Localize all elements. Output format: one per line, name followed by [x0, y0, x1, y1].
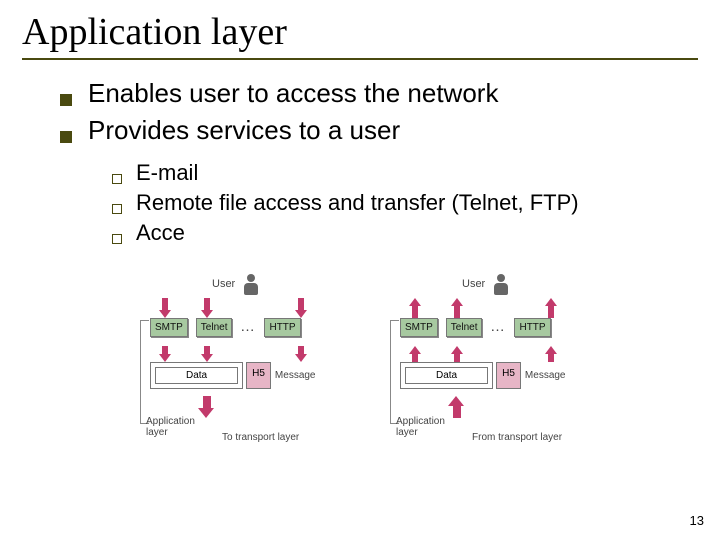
message-label: Message	[525, 370, 566, 381]
message-frame: Data	[400, 362, 493, 389]
app-layer-label: Application layer	[396, 416, 445, 438]
arrow-down-icon	[160, 346, 170, 362]
arrow-down-icon	[202, 396, 212, 418]
bullet-item: Remote file access and transfer (Telnet,…	[112, 190, 698, 216]
bullet-list-level2: E-mail Remote file access and transfer (…	[112, 160, 698, 246]
bullet-text: E-mail	[136, 160, 198, 186]
arrow-up-icon	[410, 298, 420, 318]
message-row: Data H5 Message	[150, 362, 316, 389]
arrow-down-icon	[202, 298, 212, 318]
protocol-box: SMTP	[400, 318, 438, 337]
bullet-list-level1: Enables user to access the network Provi…	[60, 78, 698, 146]
title-underline	[22, 58, 698, 60]
diagram-panel-receive: User SMTP Telnet … HTTP	[396, 276, 616, 464]
protocol-row: SMTP Telnet … HTTP	[400, 318, 551, 337]
arrow-down-icon	[202, 346, 212, 362]
bracket-line-icon	[140, 320, 141, 424]
message-frame: Data	[150, 362, 243, 389]
arrow-up-icon	[546, 298, 556, 318]
bullet-item: Enables user to access the network	[60, 78, 698, 109]
bullet-item: Provides services to a user	[60, 115, 698, 146]
ellipsis-icon: …	[240, 320, 256, 336]
bullet-item: Acce	[112, 220, 698, 246]
user-label: User	[212, 278, 235, 290]
app-layer-label: Application layer	[146, 416, 195, 438]
slide: Application layer Enables user to access…	[0, 0, 720, 540]
application-layer-diagram: User SMTP Telnet … HTTP	[146, 276, 616, 464]
bullet-text: Provides services to a user	[88, 115, 400, 146]
diagram-panel-send: User SMTP Telnet … HTTP	[146, 276, 366, 464]
header-box: H5	[246, 362, 271, 389]
protocol-box: HTTP	[264, 318, 300, 337]
arrow-up-icon	[546, 346, 556, 362]
ellipsis-icon: …	[490, 320, 506, 336]
user-label: User	[462, 278, 485, 290]
page-number: 13	[690, 513, 704, 528]
protocol-box: Telnet	[196, 318, 233, 337]
bullet-text: Acce	[136, 220, 185, 246]
panel-caption: To transport layer	[222, 432, 299, 443]
arrow-up-icon	[452, 298, 462, 318]
protocol-box: Telnet	[446, 318, 483, 337]
arrow-down-icon	[296, 298, 306, 318]
arrow-down-icon	[160, 298, 170, 318]
user-icon	[492, 274, 510, 298]
protocol-box: HTTP	[514, 318, 550, 337]
panel-caption: From transport layer	[472, 432, 562, 443]
slide-title: Application layer	[22, 10, 698, 54]
bullet-item: E-mail	[112, 160, 698, 186]
bracket-line-icon	[390, 320, 391, 424]
hollow-square-bullet-icon	[112, 234, 122, 244]
message-label: Message	[275, 370, 316, 381]
data-box: Data	[155, 367, 238, 384]
hollow-square-bullet-icon	[112, 204, 122, 214]
arrow-up-icon	[452, 396, 462, 418]
arrow-down-icon	[296, 346, 306, 362]
header-box: H5	[496, 362, 521, 389]
arrow-up-icon	[452, 346, 462, 362]
bullet-text: Remote file access and transfer (Telnet,…	[136, 190, 579, 216]
user-icon	[242, 274, 260, 298]
bullet-text: Enables user to access the network	[88, 78, 498, 109]
square-bullet-icon	[60, 94, 72, 106]
square-bullet-icon	[60, 131, 72, 143]
arrow-up-icon	[410, 346, 420, 362]
message-row: Data H5 Message	[400, 362, 566, 389]
protocol-row: SMTP Telnet … HTTP	[150, 318, 301, 337]
protocol-box: SMTP	[150, 318, 188, 337]
data-box: Data	[405, 367, 488, 384]
hollow-square-bullet-icon	[112, 174, 122, 184]
